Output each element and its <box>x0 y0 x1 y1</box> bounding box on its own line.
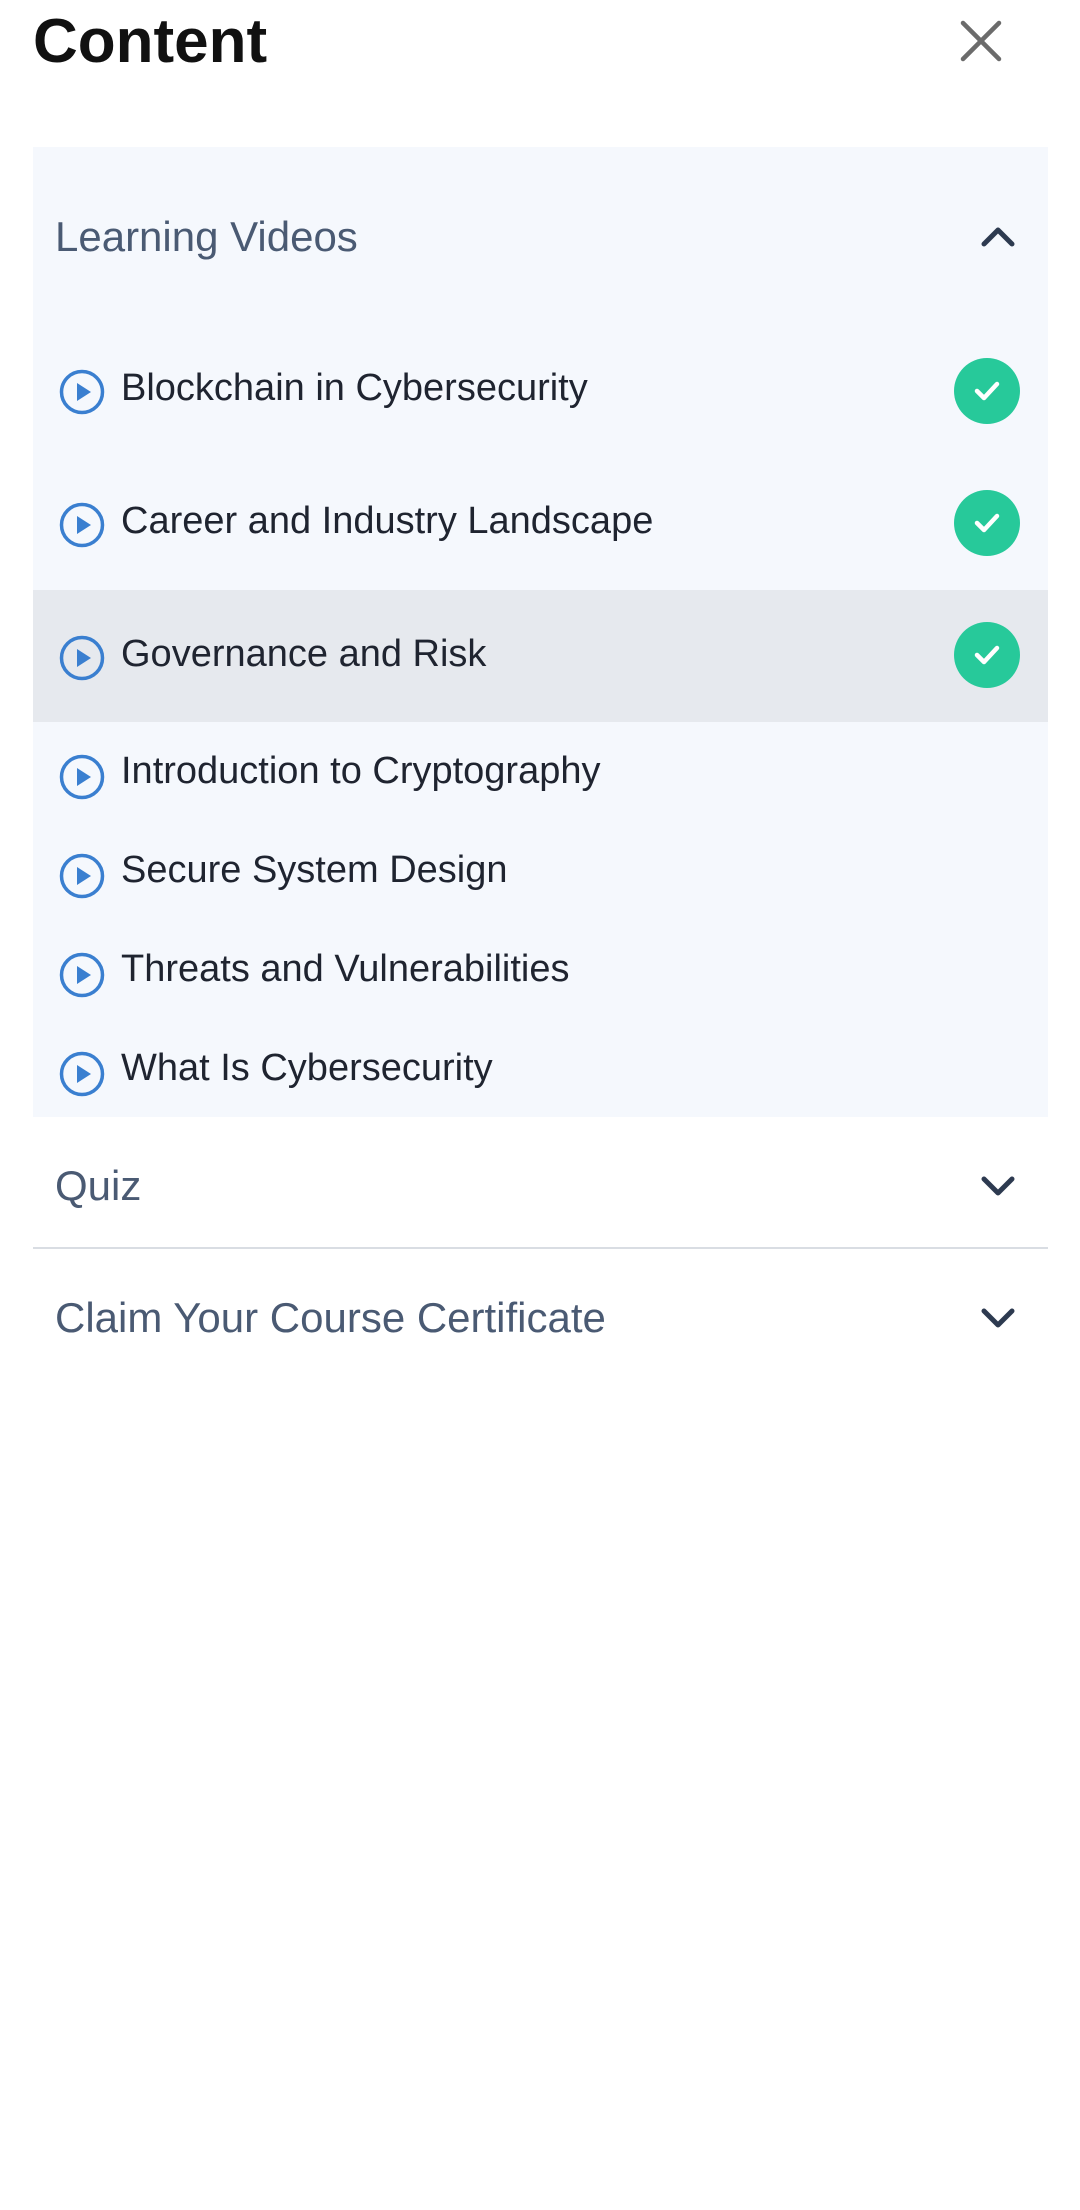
video-item-career-and-industry-landscape[interactable]: Career and Industry Landscape <box>33 457 1048 590</box>
completed-check-icon <box>954 358 1020 424</box>
play-circle-icon <box>59 502 105 548</box>
chevron-down-icon <box>978 1166 1018 1206</box>
play-circle-icon <box>59 635 105 681</box>
section-title: Claim Your Course Certificate <box>55 1294 606 1341</box>
section-quiz-header[interactable]: Quiz <box>33 1126 1048 1246</box>
section-learning-videos-header[interactable]: Learning Videos <box>33 177 1048 297</box>
page-title: Content <box>33 7 268 76</box>
video-item-blockchain-in-cybersecurity[interactable]: Blockchain in Cybersecurity <box>33 325 1048 457</box>
video-item-what-is-cybersecurity[interactable]: What Is Cybersecurity <box>33 1019 1048 1117</box>
video-title: Threats and Vulnerabilities <box>121 948 570 990</box>
completed-check-icon <box>954 490 1020 556</box>
chevron-up-icon <box>978 217 1018 257</box>
video-item-governance-and-risk[interactable]: Governance and Risk <box>33 590 1048 722</box>
video-item-threats-and-vulnerabilities[interactable]: Threats and Vulnerabilities <box>33 920 1048 1019</box>
section-divider <box>33 1247 1048 1249</box>
section-claim-certificate-header[interactable]: Claim Your Course Certificate <box>33 1258 1048 1378</box>
video-title: Secure System Design <box>121 849 508 891</box>
play-circle-icon <box>59 952 105 998</box>
video-title: What Is Cybersecurity <box>121 1047 493 1089</box>
video-title: Blockchain in Cybersecurity <box>121 367 588 409</box>
completed-check-icon <box>954 622 1020 688</box>
video-title: Career and Industry Landscape <box>121 500 654 542</box>
video-item-secure-system-design[interactable]: Secure System Design <box>33 821 1048 920</box>
section-title: Learning Videos <box>55 213 358 260</box>
chevron-down-icon <box>978 1298 1018 1338</box>
play-circle-icon <box>59 1051 105 1097</box>
section-title: Quiz <box>55 1162 142 1209</box>
video-title: Introduction to Cryptography <box>121 750 601 792</box>
video-item-introduction-to-cryptography[interactable]: Introduction to Cryptography <box>33 722 1048 821</box>
close-icon <box>960 20 1002 62</box>
header: Content <box>0 0 1080 90</box>
close-button[interactable] <box>948 8 1014 74</box>
video-title: Governance and Risk <box>121 633 487 675</box>
play-circle-icon <box>59 754 105 800</box>
play-circle-icon <box>59 369 105 415</box>
play-circle-icon <box>59 853 105 899</box>
